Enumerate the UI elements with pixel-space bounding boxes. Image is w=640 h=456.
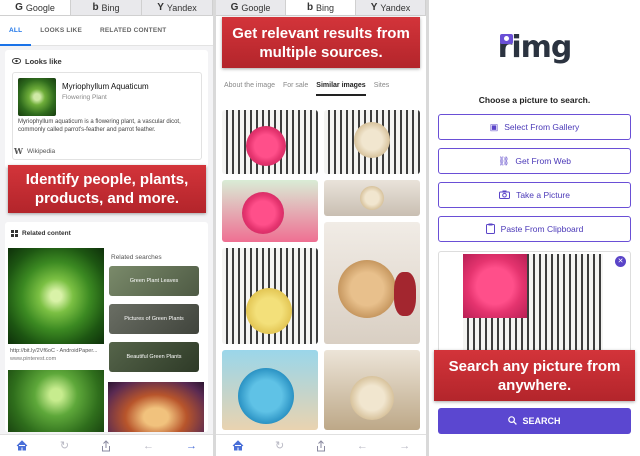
forward-icon[interactable]: → bbox=[186, 440, 197, 452]
engine-tab-google[interactable]: G Google bbox=[0, 0, 71, 15]
plant-name: Myriophyllum Aquaticum bbox=[62, 82, 149, 91]
choose-prompt: Choose a picture to search. bbox=[478, 95, 591, 105]
similar-image[interactable] bbox=[324, 350, 420, 430]
bag-shape bbox=[246, 288, 292, 334]
related-image-caption: http://bit.ly/2Vf6oC - AndroidPaper... bbox=[10, 348, 98, 354]
camera-icon bbox=[499, 190, 511, 201]
similar-image[interactable] bbox=[222, 110, 318, 174]
related-image[interactable] bbox=[108, 382, 204, 432]
forward-icon[interactable]: → bbox=[399, 440, 410, 452]
related-searches-title: Related searches bbox=[111, 254, 162, 261]
bag-shape bbox=[350, 376, 394, 420]
clipboard-icon bbox=[485, 223, 495, 236]
plant-description: Myriophyllum aquaticum is a flowering pl… bbox=[18, 119, 181, 133]
yandex-icon: Y bbox=[370, 2, 378, 13]
similar-images-grid bbox=[222, 110, 420, 430]
refresh-icon[interactable]: ↻ bbox=[275, 439, 284, 452]
related-image-source: www.pinterest.com bbox=[10, 356, 57, 362]
grid-icon bbox=[11, 230, 18, 237]
engine-tab-yandex[interactable]: Y Yandex bbox=[142, 0, 213, 15]
engine-tab-bing[interactable]: b Bing bbox=[286, 0, 356, 15]
app-logo: rimg bbox=[429, 30, 640, 65]
related-search-item[interactable]: Pictures of Green Plants bbox=[109, 304, 199, 334]
wikipedia-icon: W bbox=[14, 146, 23, 156]
search-button[interactable]: SEARCH bbox=[438, 408, 631, 434]
share-icon[interactable] bbox=[316, 439, 326, 452]
promo-banner: Identify people, plants, products, and m… bbox=[8, 165, 206, 213]
similar-image[interactable] bbox=[324, 222, 420, 344]
engine-tab-google[interactable]: G Google bbox=[216, 0, 286, 15]
wikipedia-source[interactable]: W Wikipedia bbox=[14, 146, 55, 156]
yandex-icon: Y bbox=[157, 2, 164, 13]
tab-about-image[interactable]: About the image bbox=[224, 82, 275, 96]
related-search-item[interactable]: Beautiful Green Plants bbox=[109, 342, 199, 372]
gallery-icon: ▣ bbox=[489, 121, 499, 132]
promo-banner: Search any picture from anywhere. bbox=[434, 350, 635, 401]
refresh-icon[interactable]: ↻ bbox=[60, 439, 69, 452]
panel-google-results: G Google b Bing Y Yandex ALL LOOKS LIKE REL… bbox=[0, 0, 213, 456]
engine-tabs: G Google b Bing Y Yandex bbox=[0, 0, 213, 16]
tab-all[interactable]: ALL bbox=[0, 16, 32, 46]
similar-image[interactable] bbox=[324, 110, 420, 174]
logo-block: rimg bbox=[498, 30, 573, 65]
google-icon: G bbox=[15, 2, 23, 13]
bottom-nav: ↻ ← → bbox=[216, 434, 426, 456]
google-icon: G bbox=[230, 2, 239, 13]
bag-shape bbox=[242, 192, 284, 234]
result-sub-tabs: ALL LOOKS LIKE RELATED CONTENT bbox=[0, 16, 213, 46]
bag-shape bbox=[463, 254, 527, 318]
share-icon[interactable] bbox=[101, 439, 111, 452]
tab-looks-like[interactable]: LOOKS LIKE bbox=[31, 16, 91, 46]
select-from-gallery-button[interactable]: ▣ Select From Gallery bbox=[438, 114, 631, 140]
bag-shape bbox=[360, 186, 384, 210]
back-icon[interactable]: ← bbox=[357, 440, 368, 452]
logo-camera-icon bbox=[499, 34, 513, 44]
home-icon[interactable] bbox=[16, 440, 28, 451]
related-image[interactable] bbox=[8, 248, 104, 344]
bottom-nav: ↻ ← → bbox=[0, 434, 213, 456]
back-icon[interactable]: ← bbox=[143, 440, 154, 452]
tab-for-sale[interactable]: For sale bbox=[283, 82, 308, 96]
engine-tab-yandex[interactable]: Y Yandex bbox=[356, 0, 426, 15]
tab-sites[interactable]: Sites bbox=[374, 82, 390, 96]
bag-shape bbox=[354, 122, 390, 158]
take-picture-button[interactable]: Take a Picture bbox=[438, 182, 631, 208]
engine-tabs: G Google b Bing Y Yandex bbox=[216, 0, 426, 16]
tab-similar-images[interactable]: Similar images bbox=[316, 82, 366, 96]
search-icon bbox=[508, 415, 518, 427]
image-tabs: About the image For sale Similar images … bbox=[216, 82, 426, 96]
get-from-web-button[interactable]: ⛓ Get From Web bbox=[438, 148, 631, 174]
related-content-card: Related content http://bit.ly/2Vf6oC - A… bbox=[5, 222, 208, 432]
related-search-item[interactable]: Green Plant Leaves bbox=[109, 266, 199, 296]
tab-related-content[interactable]: RELATED CONTENT bbox=[91, 16, 175, 46]
plant-type: Flowering Plant bbox=[62, 94, 107, 101]
similar-image[interactable] bbox=[324, 180, 420, 216]
bag-shape bbox=[338, 260, 396, 318]
close-icon[interactable]: ✕ bbox=[615, 256, 626, 267]
paste-from-clipboard-button[interactable]: Paste From Clipboard bbox=[438, 216, 631, 242]
panel-similar-images: G Google b Bing Y Yandex Get relevant resul… bbox=[216, 0, 426, 456]
bing-icon: b bbox=[306, 2, 314, 13]
similar-image[interactable] bbox=[222, 350, 318, 430]
plant-thumbnail bbox=[18, 78, 56, 116]
promo-banner: Get relevant results from multiple sourc… bbox=[222, 17, 420, 68]
link-icon: ⛓ bbox=[497, 155, 510, 166]
bag-shape bbox=[238, 368, 294, 424]
scarf-shape bbox=[394, 272, 416, 316]
home-icon[interactable] bbox=[232, 440, 244, 451]
related-image[interactable] bbox=[8, 370, 104, 432]
related-content-heading: Related content bbox=[11, 230, 71, 237]
panel-rimg-home: rimg Choose a picture to search. ▣ Selec… bbox=[429, 0, 640, 456]
similar-image[interactable] bbox=[222, 180, 318, 242]
bag-shape bbox=[246, 126, 286, 166]
looks-like-card: Looks like Myriophyllum Aquaticum Flower… bbox=[5, 50, 208, 168]
engine-tab-bing[interactable]: b Bing bbox=[71, 0, 142, 15]
looks-like-heading: Looks like bbox=[11, 57, 62, 66]
bing-icon: b bbox=[92, 2, 99, 13]
eye-icon bbox=[11, 57, 22, 66]
similar-image[interactable] bbox=[222, 248, 318, 344]
